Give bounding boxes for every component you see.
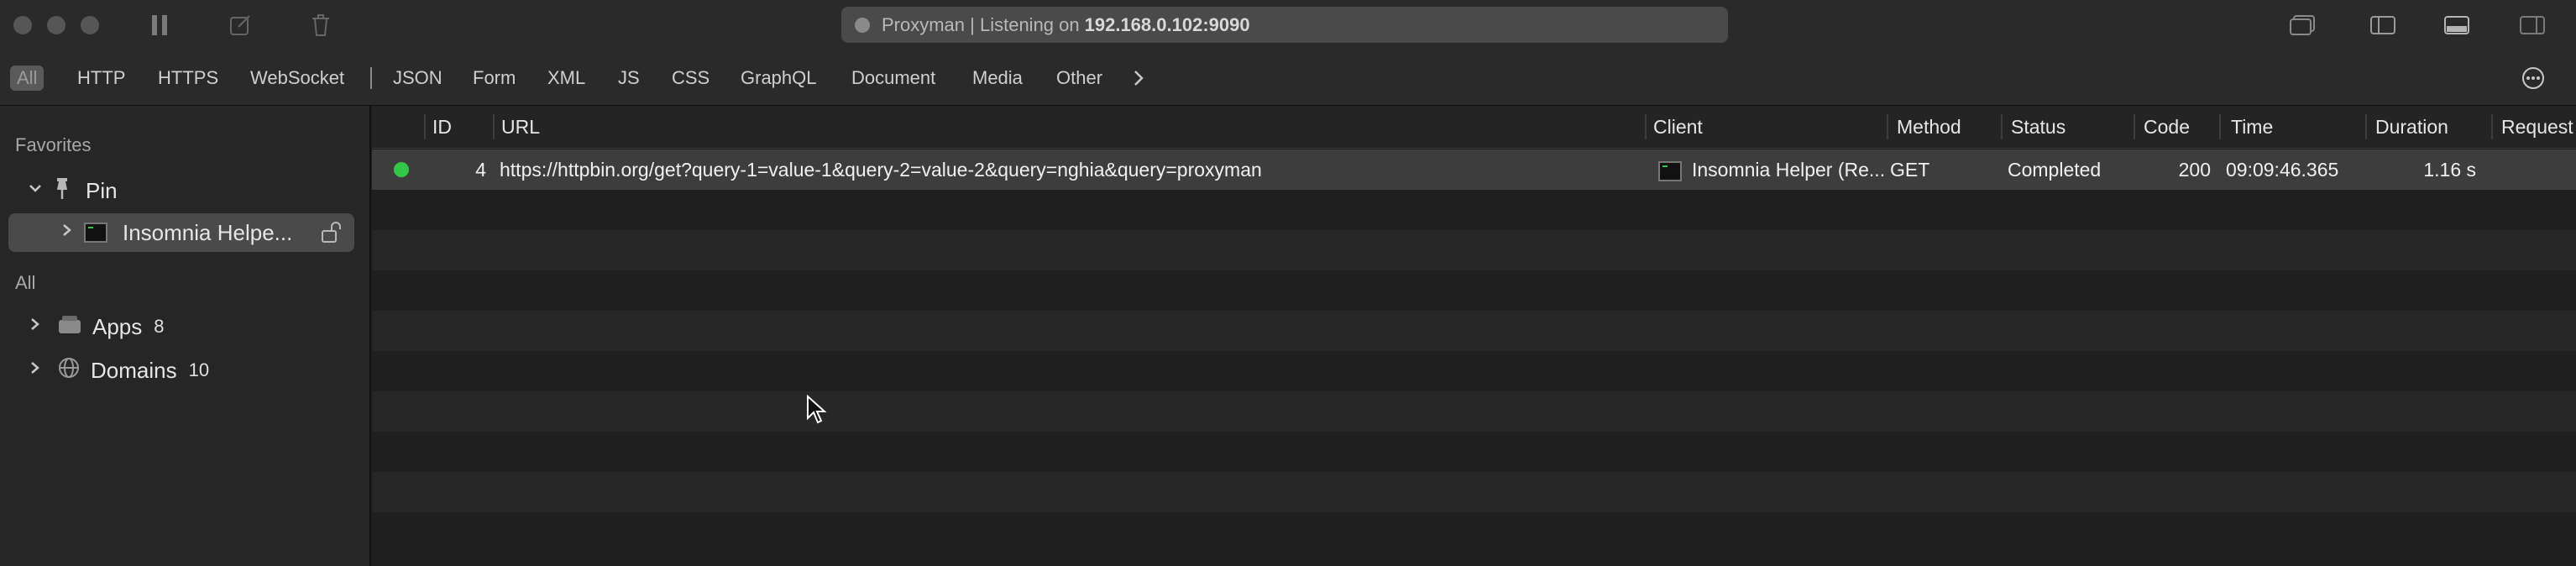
cell-url: https://httpbin.org/get?query-1=value-1&… — [500, 159, 1262, 181]
empty-row — [372, 472, 2576, 512]
terminal-app-icon — [1658, 160, 1682, 181]
cell-client: Insomnia Helper (Re... — [1658, 149, 1885, 190]
column-header-time[interactable]: Time — [2223, 106, 2273, 148]
empty-row — [372, 391, 2576, 432]
address-host: 192.168.0.102:9090 — [1084, 13, 1250, 35]
filter-other[interactable]: Other — [1050, 66, 1109, 91]
filter-media[interactable]: Media — [966, 66, 1029, 91]
filter-css[interactable]: CSS — [665, 66, 716, 91]
globe-icon — [57, 356, 81, 385]
sidebar-item-pin[interactable]: Pin — [8, 171, 354, 210]
status-dot-icon — [394, 162, 409, 177]
sidebar-item-apps[interactable]: Apps 8 — [8, 307, 354, 346]
column-header-client[interactable]: Client — [1645, 106, 1703, 148]
column-header-duration[interactable]: Duration — [2367, 106, 2448, 148]
cell-time: 09:09:46.365 — [2226, 159, 2339, 181]
cell-code: 200 — [2178, 159, 2211, 181]
zoom-window-button[interactable] — [81, 16, 99, 34]
filter-js[interactable]: JS — [611, 66, 647, 91]
chevron-right-icon[interactable] — [24, 359, 47, 382]
column-header-status[interactable]: Status — [2003, 106, 2066, 148]
request-table: ID URL Client Method Status Code Time Du… — [372, 106, 2576, 566]
address-bar[interactable]: Proxyman | Listening on 192.168.0.102:90… — [841, 7, 1728, 43]
mouse-cursor-icon — [806, 394, 828, 429]
sidebar-item-domains[interactable]: Domains 10 — [8, 351, 354, 390]
column-header-code[interactable]: Code — [2135, 106, 2190, 148]
filter-json[interactable]: JSON — [386, 66, 449, 91]
column-header-request[interactable]: Request — [2493, 106, 2573, 148]
filter-all[interactable]: All — [10, 66, 45, 91]
cell-id: 4 — [475, 159, 486, 181]
pin-icon — [52, 176, 72, 206]
unlock-icon[interactable] — [321, 221, 343, 250]
sidebar-item-label: Insomnia Helpe... — [123, 219, 293, 245]
filter-https[interactable]: HTTPS — [151, 66, 225, 91]
compose-icon[interactable] — [227, 12, 254, 39]
pause-icon[interactable] — [146, 12, 173, 39]
sidebar-left-icon[interactable] — [2369, 12, 2396, 39]
cell-request — [2496, 149, 2572, 190]
filter-graphql[interactable]: GraphQL — [734, 66, 824, 91]
sidebar-item-label: Pin — [86, 177, 118, 203]
empty-row — [372, 190, 2576, 230]
sidebar-right-icon[interactable] — [2519, 12, 2546, 39]
sidebar-item-label: Apps — [92, 313, 143, 339]
filter-websocket[interactable]: WebSocket — [243, 66, 351, 91]
chevron-right-icon[interactable] — [55, 221, 79, 244]
close-window-button[interactable] — [13, 16, 32, 34]
minimize-window-button[interactable] — [47, 16, 65, 34]
all-section-label: All — [15, 272, 36, 293]
sidebar: Favorites Pin Insomnia Helpe... All Apps… — [0, 106, 371, 566]
sidebar-item-insomnia-helper[interactable]: Insomnia Helpe... — [8, 213, 354, 252]
cell-method: GET — [1890, 159, 1930, 181]
column-header-method[interactable]: Method — [1888, 106, 1961, 148]
filter-document[interactable]: Document — [845, 66, 942, 91]
listening-status-icon — [855, 17, 870, 33]
cell-duration: 1.16 s — [2423, 159, 2476, 181]
apps-count: 8 — [154, 316, 165, 337]
table-header: ID URL Client Method Status Code Time Du… — [372, 106, 2576, 149]
filter-form[interactable]: Form — [466, 66, 522, 91]
terminal-app-icon — [84, 223, 107, 243]
title-bar: Proxyman | Listening on 192.168.0.102:90… — [0, 0, 2576, 50]
chevron-down-icon[interactable] — [24, 179, 47, 202]
panel-bottom-icon[interactable] — [2443, 12, 2470, 39]
filter-bar: All HTTP HTTPS WebSocket JSON Form XML J… — [0, 50, 2576, 106]
filter-xml[interactable]: XML — [541, 66, 592, 91]
column-header-url[interactable]: URL — [493, 106, 540, 148]
empty-row — [372, 270, 2576, 311]
apps-icon — [57, 313, 82, 341]
empty-row — [372, 512, 2576, 566]
sidebar-item-label: Domains — [91, 357, 177, 383]
empty-row — [372, 432, 2576, 472]
column-header-id[interactable]: ID — [424, 106, 452, 148]
ellipsis-circle-icon[interactable] — [2521, 66, 2546, 95]
table-row[interactable]: 4 https://httpbin.org/get?query-1=value-… — [372, 149, 2576, 190]
empty-row — [372, 311, 2576, 351]
empty-row — [372, 230, 2576, 270]
favorites-section-label: Favorites — [15, 134, 92, 155]
cell-client-text: Insomnia Helper (Re... — [1692, 159, 1885, 181]
cell-status: Completed — [2008, 159, 2102, 181]
window-icon[interactable] — [2289, 12, 2316, 39]
filter-divider — [370, 67, 372, 89]
chevron-right-icon[interactable] — [1130, 67, 1147, 93]
trash-icon[interactable] — [307, 12, 334, 39]
domains-count: 10 — [188, 359, 210, 380]
empty-row — [372, 351, 2576, 391]
chevron-right-icon[interactable] — [24, 315, 47, 338]
column-divider — [2219, 114, 2221, 139]
filter-http[interactable]: HTTP — [71, 66, 132, 91]
address-prefix: Proxyman | Listening on — [882, 13, 1080, 35]
